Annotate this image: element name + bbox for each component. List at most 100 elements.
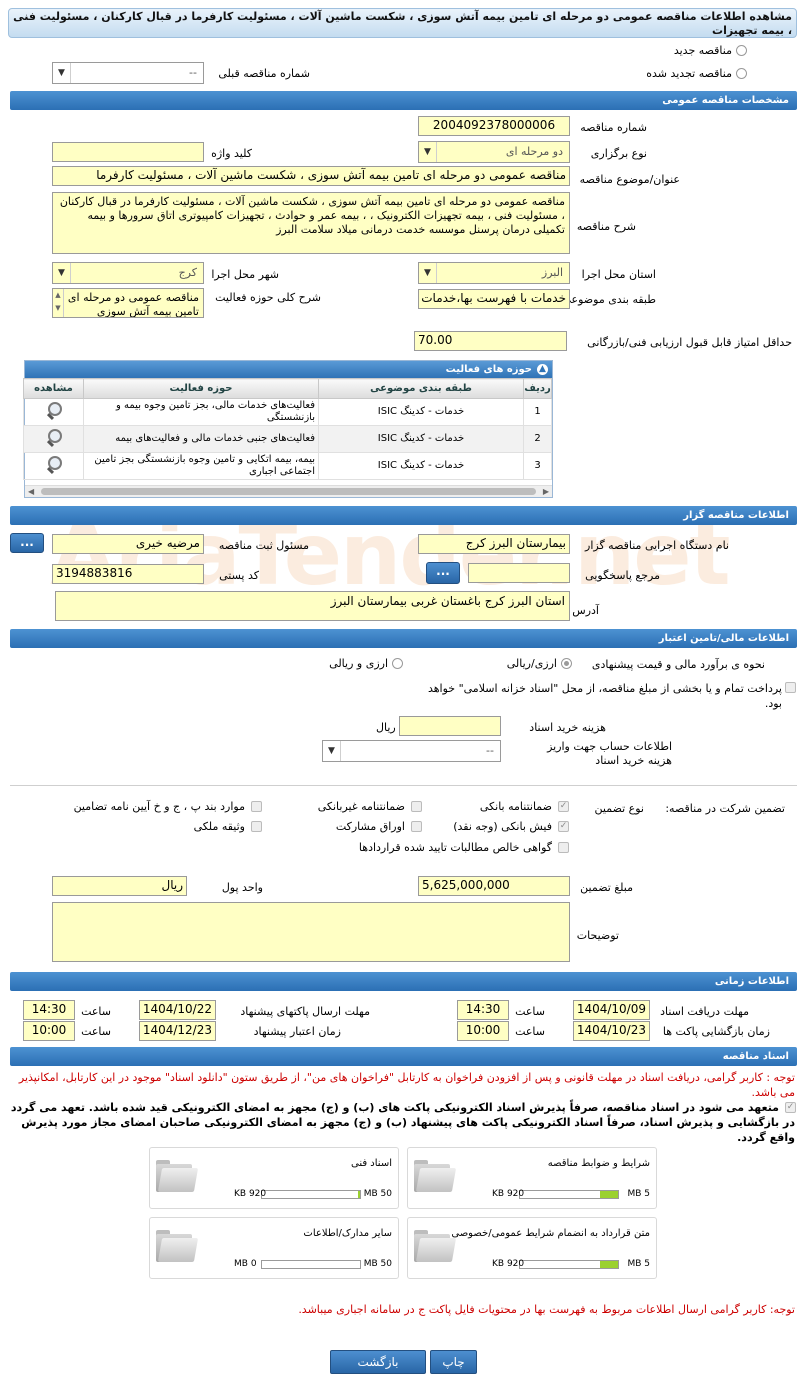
file-progress-fill — [358, 1191, 360, 1198]
activity-table: ردیف طبقه بندی موضوعی حوزه فعالیت مشاهده… — [23, 378, 552, 480]
province-select[interactable]: البرز ▼ — [418, 262, 570, 284]
radio-currency-rial[interactable]: ارزی و ریالی — [329, 657, 403, 670]
validity-date[interactable]: 1404/12/23 — [139, 1021, 216, 1041]
horizontal-scrollbar[interactable]: ▶ ◀ — [25, 485, 552, 497]
min-score-field[interactable]: 70.00 — [414, 331, 567, 351]
scrollbar-thumb[interactable] — [41, 488, 536, 495]
receive-deadline-date[interactable]: 1404/10/09 — [573, 1000, 650, 1020]
subject-field[interactable]: مناقصه عمومی دو مرحله ای تامین بیمه آتش … — [52, 166, 570, 186]
row-view[interactable] — [23, 452, 84, 480]
city-select[interactable]: کرج ▼ — [52, 262, 204, 284]
row-category: خدمات - کدینگ ISIC — [318, 425, 524, 453]
col-area[interactable]: حوزه فعالیت — [83, 378, 319, 399]
bonds-option[interactable]: اوراق مشارکت — [336, 820, 422, 833]
keyword-field[interactable] — [52, 142, 204, 162]
submit-time-label: ساعت — [81, 1005, 111, 1018]
bank-receipt-checkbox[interactable]: ✓ — [558, 821, 569, 832]
submit-deadline-date[interactable]: 1404/10/22 — [139, 1000, 216, 1020]
bank-guarantee-checkbox[interactable]: ✓ — [558, 801, 569, 812]
type-select[interactable]: دو مرحله ای ▼ — [418, 141, 570, 163]
ref-field[interactable] — [468, 563, 570, 583]
table-row: 2 خدمات - کدینگ ISIC فعالیت‌های جنبی خدم… — [23, 425, 552, 453]
scope-scroll-icon[interactable]: ▲ ▼ — [53, 289, 64, 317]
activity-grid-title: حوزه های فعالیت — [445, 364, 532, 375]
print-button[interactable]: چاپ — [430, 1350, 477, 1374]
scope-field[interactable]: مناقصه عمومی دو مرحله ای تامین بیمه آتش … — [52, 288, 204, 318]
prev-number-label: شماره مناقصه قبلی — [218, 67, 310, 80]
footer-notice: توجه: کاربر گرامی ارسال اطلاعات مربوط به… — [298, 1303, 795, 1316]
file-box[interactable]: سایر مدارک/اطلاعات 50 MB 0 MB — [149, 1217, 399, 1279]
magnifier-icon[interactable] — [44, 401, 64, 419]
bank-guarantee-option[interactable]: ✓ ضمانتنامه بانکی — [480, 800, 569, 813]
bylaw-option[interactable]: موارد بند پ ، ج و خ آیین نامه تضامین — [74, 800, 262, 813]
non-bank-guarantee-option[interactable]: ضمانتنامه غیربانکی — [318, 800, 422, 813]
chevron-down-icon: ▼ — [323, 741, 341, 761]
non-bank-guarantee-checkbox[interactable] — [411, 801, 422, 812]
property-bond-option[interactable]: وثیقه ملکی — [194, 820, 262, 833]
magnifier-icon[interactable] — [44, 428, 64, 446]
magnifier-icon[interactable] — [44, 455, 64, 473]
notes-field[interactable] — [52, 902, 570, 962]
commitment-text: متعهد می شود در اسناد مناقصه، صرفاً پذیر… — [10, 1101, 795, 1144]
col-idx[interactable]: ردیف — [523, 378, 552, 399]
col-category[interactable]: طبقه بندی موضوعی — [318, 378, 524, 399]
prev-number-select[interactable]: -- ▼ — [52, 62, 204, 84]
currency-field[interactable]: ریال — [52, 876, 187, 896]
tender-number-field[interactable]: 2004092378000006 — [418, 116, 570, 136]
file-box[interactable]: اسناد فنی 50 MB 920 KB — [149, 1147, 399, 1209]
folder-icon — [156, 1230, 199, 1263]
city-value: کرج — [178, 266, 197, 279]
radio-currency[interactable]: ارزی/ریالی — [507, 657, 572, 670]
radio-currency-circle[interactable] — [561, 658, 572, 669]
radio-renewed-tender[interactable]: مناقصه تجدید شده — [646, 66, 747, 80]
guarantee-amount-field[interactable]: 5,625,000,000 — [418, 876, 570, 896]
submit-deadline-label: مهلت ارسال پاکتهای پیشنهاد — [240, 1005, 370, 1018]
row-view[interactable] — [23, 398, 84, 426]
row-category: خدمات - کدینگ ISIC — [318, 452, 524, 480]
description-field[interactable]: مناقصه عمومی دو مرحله ای تامین بیمه آتش … — [52, 192, 570, 254]
postal-field[interactable]: 3194883816 — [52, 564, 204, 584]
radio-new-tender-circle[interactable] — [736, 44, 747, 56]
doc-cost-field[interactable] — [399, 716, 501, 736]
bank-receipt-option[interactable]: ✓ فیش بانکی (وجه نقد) — [453, 820, 569, 833]
property-bond-checkbox[interactable] — [251, 821, 262, 832]
category-field[interactable]: خدمات با فهرست بها،خدمات — [418, 289, 570, 309]
net-claims-option[interactable]: گواهی خالص مطالبات تایید شده قراردادها — [359, 841, 569, 854]
account-select[interactable]: -- ▼ — [322, 740, 501, 762]
file-size: 920 KB — [234, 1189, 267, 1199]
org-field[interactable]: بیمارستان البرز کرج — [418, 534, 570, 554]
account-label: اطلاعات حساب جهت واریز هزینه خرید اسناد — [547, 740, 672, 767]
treasury-checkbox[interactable] — [785, 682, 796, 693]
validity-time[interactable]: 10:00 — [23, 1021, 75, 1041]
back-button[interactable]: بازگشت — [330, 1350, 426, 1374]
file-name: اسناد فنی — [351, 1158, 392, 1169]
scroll-left-icon[interactable]: ◀ — [28, 487, 34, 496]
col-view[interactable]: مشاهده — [23, 378, 84, 399]
file-box[interactable]: متن قرارداد به انضمام شرایط عمومی/خصوصی … — [407, 1217, 657, 1279]
radio-currency-rial-circle[interactable] — [392, 658, 403, 669]
submit-deadline-time[interactable]: 14:30 — [23, 1000, 75, 1020]
description-label: شرح مناقصه — [576, 220, 636, 233]
row-idx: 3 — [523, 452, 552, 480]
radio-renewed-tender-circle[interactable] — [736, 67, 747, 79]
bonds-checkbox[interactable] — [411, 821, 422, 832]
ref-label: مرجع پاسخگویی — [585, 569, 660, 582]
bank-guarantee-label: ضمانتنامه بانکی — [479, 800, 552, 813]
bylaw-checkbox[interactable] — [251, 801, 262, 812]
ref-select-button[interactable]: ... — [426, 562, 460, 584]
address-field[interactable]: استان البرز کرج باغستان غربی بیمارستان ا… — [55, 591, 570, 621]
opening-date[interactable]: 1404/10/23 — [573, 1021, 650, 1041]
scroll-right-icon[interactable]: ▶ — [543, 487, 549, 496]
row-view[interactable] — [23, 425, 84, 453]
collapse-icon[interactable]: ▲ — [537, 364, 548, 375]
receive-deadline-time[interactable]: 14:30 — [457, 1000, 509, 1020]
net-claims-checkbox[interactable] — [558, 842, 569, 853]
radio-new-tender[interactable]: مناقصه جدید — [674, 43, 747, 57]
postal-label: کد پستی — [219, 569, 259, 582]
chevron-down-icon: ▼ — [53, 63, 71, 83]
file-box[interactable]: شرایط و ضوابط مناقصه 5 MB 920 KB — [407, 1147, 657, 1209]
responsible-select-button[interactable]: ... — [10, 533, 44, 553]
responsible-field[interactable]: مرضیه خیری — [52, 534, 204, 554]
province-label: استان محل اجرا — [581, 268, 656, 281]
opening-time[interactable]: 10:00 — [457, 1021, 509, 1041]
